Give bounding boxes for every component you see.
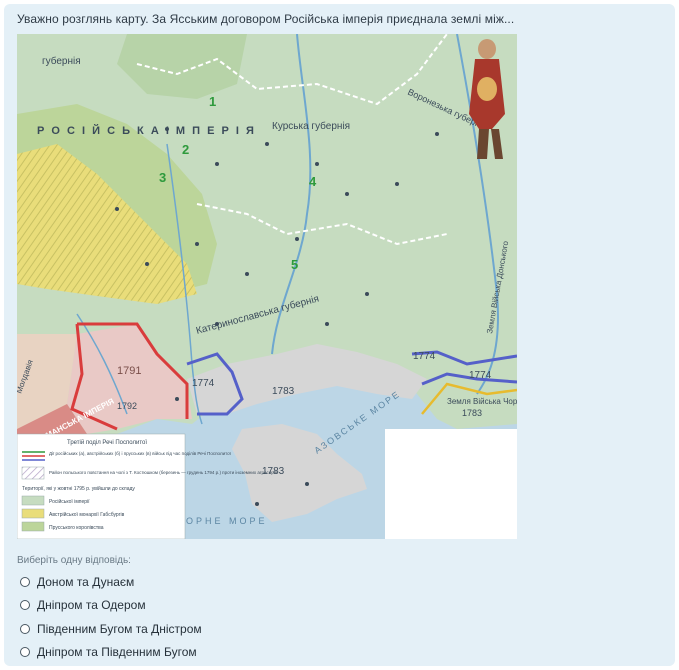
label-black-sea: ЧОРНЕ МОРЕ: [177, 516, 268, 526]
legend-swatch-austria: [21, 508, 45, 519]
legend-swatch-prussia: [21, 521, 45, 532]
label-year-1783-c: 1783: [462, 408, 482, 418]
legend-title: Третій поділ Речі Посполитої: [67, 439, 147, 446]
region-number-5: 5: [291, 257, 298, 272]
answer-option-2[interactable]: Дніпром та Одером: [17, 594, 202, 618]
label-empire: Р О С І Й С Ь К А І М П Е Р І Я: [37, 124, 256, 137]
label-year-1774-c: 1774: [469, 370, 492, 381]
legend-item-austria: Австрійської монархії Габсбургів: [49, 511, 125, 518]
region-number-2: 2: [182, 142, 189, 157]
radio-button[interactable]: [20, 623, 30, 634]
answer-label: Доном та Дунаєм: [37, 574, 135, 589]
legend-item-russia: Російської імперії: [49, 498, 90, 505]
radio-button[interactable]: [20, 600, 30, 611]
label-year-1774-a: 1774: [192, 378, 215, 389]
label-year-1792: 1792: [117, 401, 137, 411]
answer-option-1[interactable]: Доном та Дунаєм: [17, 570, 202, 594]
map-blank-area: [385, 429, 517, 539]
answer-options: Доном та Дунаєм Дніпром та Одером Півден…: [17, 570, 202, 664]
history-map: 1 2 3 4 5 Р О С І Й С Ь К А І М П Е Р І …: [17, 34, 517, 539]
answer-label: Дніпром та Південним Бугом: [37, 645, 197, 660]
answer-option-3[interactable]: Південним Бугом та Дністром: [17, 617, 202, 641]
label-year-1783-a: 1783: [272, 386, 295, 397]
radio-button[interactable]: [20, 576, 30, 587]
map-svg: 1 2 3 4 5 Р О С І Й С Ь К А І М П Е Р І …: [17, 34, 517, 539]
label-year-1791: 1791: [117, 365, 141, 377]
answer-label: Дніпром та Одером: [37, 598, 146, 613]
label-chornomorske: Земля Війська Чорноморського: [447, 397, 517, 406]
region-number-4: 4: [309, 174, 317, 189]
label-gubernia-north: губернія: [42, 55, 81, 67]
region-number-3: 3: [159, 170, 166, 185]
legend-item-prussia: Прусського королівства: [49, 525, 104, 531]
legend-item-uprising: Район польського повстання на чолі з Т. …: [49, 469, 278, 475]
label-year-1774-b: 1774: [413, 351, 436, 362]
answer-hint: Виберіть одну відповідь:: [17, 555, 131, 566]
legend-swatch-russia: [21, 495, 45, 506]
legend-item-territories: Території, які у жовтні 1795 р. увійшли …: [22, 485, 135, 492]
question-text: Уважно розглянь карту. За Ясським догово…: [17, 12, 515, 26]
question-card: Уважно розглянь карту. За Ясським догово…: [4, 4, 675, 666]
answer-option-4[interactable]: Дніпром та Південним Бугом: [17, 641, 202, 665]
legend-item-actions: Дії російських (а), австрійських (б) і п…: [49, 450, 232, 456]
radio-button[interactable]: [20, 647, 30, 658]
label-kursk: Курська губернія: [272, 120, 350, 132]
region-number-1: 1: [209, 94, 216, 109]
answer-label: Південним Бугом та Дністром: [37, 621, 202, 636]
legend-hatch-swatch: [21, 466, 45, 480]
